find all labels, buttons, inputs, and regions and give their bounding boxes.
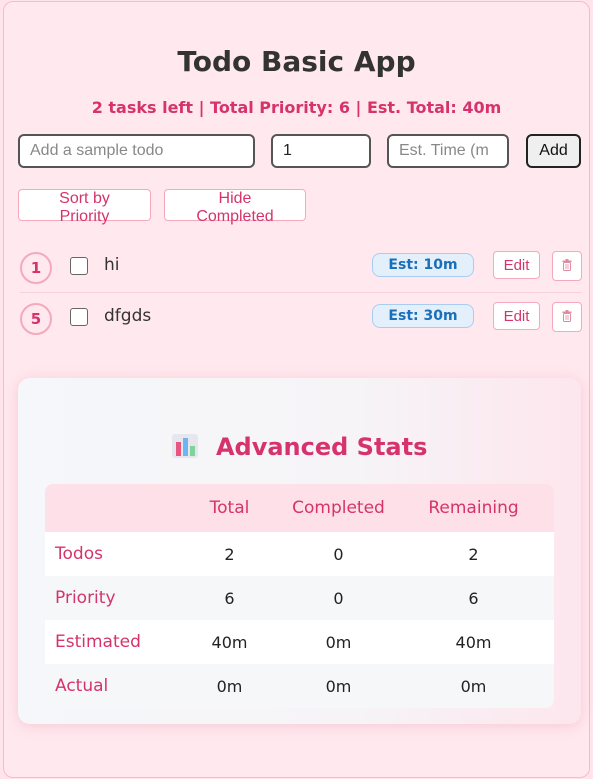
todo-text: dfgds	[104, 306, 152, 326]
table-header-row: Total Completed Remaining	[45, 484, 554, 532]
todo-text-input[interactable]	[18, 134, 255, 168]
table-cell: 0m	[175, 664, 284, 708]
sort-by-priority-button[interactable]: Sort by Priority	[18, 189, 151, 225]
bar-chart-icon	[171, 433, 216, 461]
table-cell: 40m	[393, 620, 554, 664]
column-header: Completed	[284, 484, 393, 532]
column-header: Remaining	[393, 484, 554, 532]
hide-completed-button[interactable]: Hide Completed	[164, 189, 306, 225]
stats-title: Advanced Stats	[215, 433, 428, 461]
table-cell: 0	[284, 532, 393, 576]
todo-item: 1 hi Est: 10m Edit	[20, 242, 582, 293]
todo-checkbox[interactable]	[70, 257, 88, 275]
table-row: Estimated 40m 0m 40m	[45, 620, 554, 664]
page-title: Todo Basic App	[177, 45, 416, 78]
table-cell: 6	[393, 576, 554, 620]
advanced-stats-card: Advanced Stats Total Completed Remaining…	[18, 378, 581, 724]
priority-input[interactable]	[271, 134, 371, 168]
edit-button[interactable]: Edit	[493, 251, 540, 279]
add-button[interactable]: Add	[526, 134, 581, 168]
stats-heading: Advanced Stats	[18, 433, 581, 461]
table-cell: 2	[393, 532, 554, 576]
table-row: Todos 2 0 2	[45, 532, 554, 576]
todo-text: hi	[104, 255, 120, 275]
priority-badge: 1	[20, 252, 52, 284]
table-cell: 40m	[175, 620, 284, 664]
delete-button[interactable]	[552, 251, 582, 281]
row-label: Todos	[45, 532, 175, 576]
delete-button[interactable]	[552, 302, 582, 332]
stats-table: Total Completed Remaining Todos 2 0 2 Pr…	[45, 484, 554, 708]
trash-icon	[562, 309, 572, 325]
todo-checkbox[interactable]	[70, 308, 88, 326]
table-cell: 0m	[284, 620, 393, 664]
todo-item: 5 dfgds Est: 30m Edit	[20, 293, 582, 343]
edit-button[interactable]: Edit	[493, 302, 540, 330]
task-summary: 2 tasks left | Total Priority: 6 | Est. …	[91, 98, 502, 117]
estimate-badge: Est: 10m	[372, 253, 474, 277]
table-cell: 6	[175, 576, 284, 620]
column-header	[45, 484, 175, 532]
row-label: Actual	[45, 664, 175, 708]
estimated-time-input[interactable]	[387, 134, 509, 168]
table-row: Priority 6 0 6	[45, 576, 554, 620]
app-container: Todo Basic App 2 tasks left | Total Prio…	[3, 1, 590, 778]
row-label: Estimated	[45, 620, 175, 664]
table-cell: 0m	[393, 664, 554, 708]
table-row: Actual 0m 0m 0m	[45, 664, 554, 708]
estimate-badge: Est: 30m	[372, 304, 474, 328]
row-label: Priority	[45, 576, 175, 620]
priority-badge: 5	[20, 303, 52, 335]
table-cell: 0	[284, 576, 393, 620]
table-cell: 0m	[284, 664, 393, 708]
column-header: Total	[175, 484, 284, 532]
trash-icon	[562, 258, 572, 274]
table-cell: 2	[175, 532, 284, 576]
